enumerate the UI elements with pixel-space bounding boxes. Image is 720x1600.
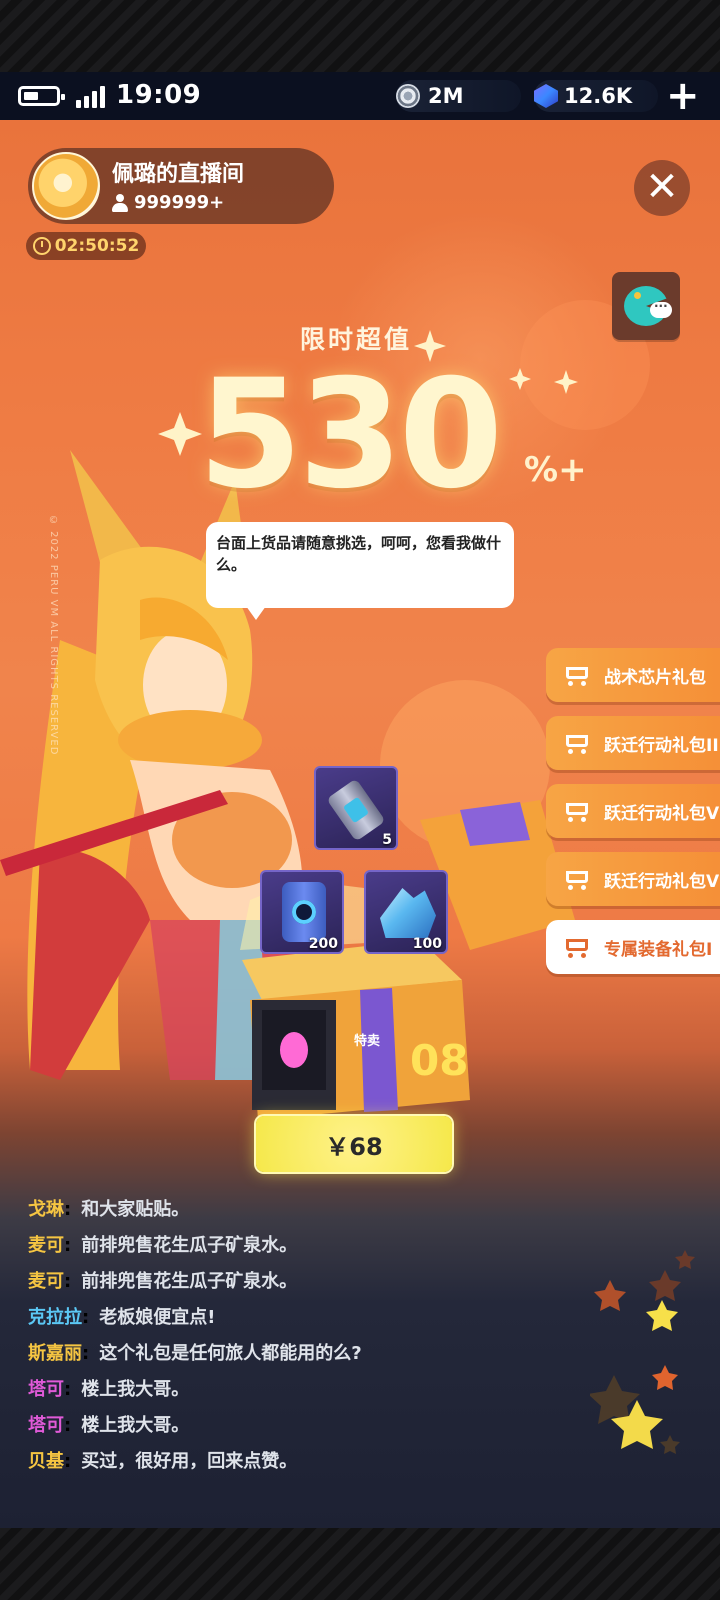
chat-text: 楼上我大哥。 — [81, 1379, 190, 1400]
chat-user-name: 斯嘉丽: — [28, 1343, 90, 1364]
chat-text: 楼上我大哥。 — [81, 1415, 190, 1436]
chat-user-name: 戈琳: — [28, 1199, 72, 1220]
chat-user-name: 克拉拉: — [28, 1307, 90, 1328]
chat-user-name-text: 麦可 — [28, 1271, 64, 1292]
promo-suffix: %+ — [524, 450, 587, 490]
chat-user-name-text: 斯嘉丽 — [28, 1343, 82, 1364]
pack-label: 跃迁行动礼包VI — [604, 871, 720, 892]
coin-icon — [396, 84, 420, 108]
app-screen: { "status_bar": {"time": "19:09"}, "curr… — [0, 0, 720, 1600]
chat-text: 买过，很好用，回来点赞。 — [81, 1451, 298, 1472]
pack-label: 专属装备礼包I — [604, 939, 713, 960]
crystal-icon — [380, 888, 436, 938]
signal-icon — [76, 86, 108, 108]
item-quantity: 100 — [412, 936, 442, 952]
speech-bubble: 台面上货品请随意挑选，呵呵，您看我做什么。 — [206, 522, 514, 620]
host-info[interactable]: 佩璐的直播间 999999+ — [28, 148, 334, 224]
chat-user-name-text: 塔可 — [28, 1415, 64, 1436]
reward-item-battery[interactable]: 200 — [260, 870, 344, 954]
clock-icon — [32, 237, 51, 255]
gift-box-illustration: 08 特卖 — [240, 800, 575, 1120]
pack-button-3[interactable]: 跃迁行动礼包VI — [546, 852, 720, 906]
item-quantity: 5 — [382, 832, 392, 848]
face-illustration — [143, 630, 227, 740]
countdown-value: 02:50:52 — [54, 236, 140, 256]
viewer-count-value: 999999+ — [134, 192, 225, 213]
cart-icon — [562, 867, 592, 891]
chat-user-name-text: 克拉拉 — [28, 1307, 82, 1328]
pack-label: 跃迁行动礼包II — [604, 735, 719, 756]
item-quantity: 200 — [308, 936, 338, 952]
chat-user-name-text: 戈琳 — [28, 1199, 64, 1220]
spear-illustration — [0, 790, 228, 876]
speech-dots-icon — [650, 296, 672, 318]
copyright-text: © 2022 PERU VM ALL RIGHTS RESERVED — [48, 515, 59, 756]
background-orb — [380, 680, 550, 850]
gem-amount: 12.6K — [564, 84, 633, 108]
battery-icon — [18, 86, 65, 106]
purchase-button[interactable]: ￥68 — [256, 1116, 452, 1172]
chat-message: 麦可: 前排兜售花生瓜子矿泉水。 — [28, 1262, 588, 1298]
chat-message: 戈琳: 和大家贴贴。 — [28, 1190, 588, 1226]
star-icon — [590, 1250, 695, 1454]
chat-text: 这个礼包是任何旅人都能用的么? — [99, 1343, 362, 1364]
chat-user-name: 塔可: — [28, 1379, 72, 1400]
chat-message: 贝基: 买过，很好用，回来点赞。 — [28, 1442, 588, 1478]
chat-user-name: 塔可: — [28, 1415, 72, 1436]
close-icon: ✕ — [645, 164, 679, 210]
live-stream-scene: 08 特卖 佩璐的直播间 999999+ 02:50:52 ✕ 限时超值 530… — [0, 120, 720, 1528]
chat-message: 塔可: 楼上我大哥。 — [28, 1370, 588, 1406]
promo-value: 530 — [198, 348, 503, 522]
chat-text: 老板娘便宜点! — [99, 1307, 216, 1328]
close-button[interactable]: ✕ — [634, 160, 690, 216]
pack-button-4[interactable]: 专属装备礼包I — [546, 920, 720, 974]
pack-button-2[interactable]: 跃迁行动礼包V — [546, 784, 720, 838]
cart-icon — [562, 663, 592, 687]
person-icon — [112, 193, 128, 212]
chat-user-name-text: 贝基 — [28, 1451, 64, 1472]
chat-text: 前排兜售花生瓜子矿泉水。 — [81, 1235, 298, 1256]
chat-message: 克拉拉: 老板娘便宜点! — [28, 1298, 588, 1334]
status-bar: 19:09 2M 12.6K + — [0, 72, 720, 120]
chat-text: 和大家贴贴。 — [81, 1199, 190, 1220]
coin-amount: 2M — [428, 84, 464, 108]
cart-icon — [562, 935, 592, 959]
top-frame — [0, 0, 720, 72]
chat-user-name-text: 塔可 — [28, 1379, 64, 1400]
add-currency-button[interactable]: + — [666, 74, 700, 118]
box-tag: 特卖 — [354, 1033, 380, 1049]
pack-label: 战术芯片礼包 — [604, 667, 706, 688]
chat-message: 斯嘉丽: 这个礼包是任何旅人都能用的么? — [28, 1334, 588, 1370]
chat-message: 塔可: 楼上我大哥。 — [28, 1406, 588, 1442]
gem-balance[interactable]: 12.6K — [534, 80, 658, 112]
pack-button-0[interactable]: 战术芯片礼包 — [546, 648, 720, 702]
box-number: 08 — [410, 1036, 468, 1085]
cart-icon — [562, 731, 592, 755]
chat-bot-button[interactable] — [612, 272, 680, 340]
chat-user-name-text: 麦可 — [28, 1235, 64, 1256]
cart-icon — [562, 799, 592, 823]
reward-item-crystal[interactable]: 100 — [364, 870, 448, 954]
floating-stars-decoration — [590, 1250, 695, 1454]
chat-message: 麦可: 前排兜售花生瓜子矿泉水。 — [28, 1226, 588, 1262]
coin-balance[interactable]: 2M — [396, 80, 521, 112]
pack-button-1[interactable]: 跃迁行动礼包II — [546, 716, 720, 770]
clock-time: 19:09 — [116, 80, 202, 110]
chat-user-name: 麦可: — [28, 1235, 72, 1256]
bottom-frame — [0, 1528, 720, 1600]
battery-cell-icon — [282, 882, 326, 942]
viewer-count: 999999+ — [112, 192, 224, 213]
chat-text: 前排兜售花生瓜子矿泉水。 — [81, 1271, 298, 1292]
pacman-eye — [634, 292, 641, 299]
avatar[interactable] — [32, 152, 100, 220]
chat-list: 戈琳: 和大家贴贴。 麦可: 前排兜售花生瓜子矿泉水。 麦可: 前排兜售花生瓜子矿泉水… — [28, 1190, 588, 1478]
host-name: 佩璐的直播间 — [112, 162, 245, 187]
countdown-timer: 02:50:52 — [26, 232, 146, 260]
pack-label: 跃迁行动礼包V — [604, 803, 720, 824]
chat-user-name: 麦可: — [28, 1271, 72, 1292]
canister-icon — [326, 778, 386, 842]
gem-icon — [534, 84, 558, 108]
chat-user-name: 贝基: — [28, 1451, 72, 1472]
reward-item-canister[interactable]: 5 — [314, 766, 398, 850]
